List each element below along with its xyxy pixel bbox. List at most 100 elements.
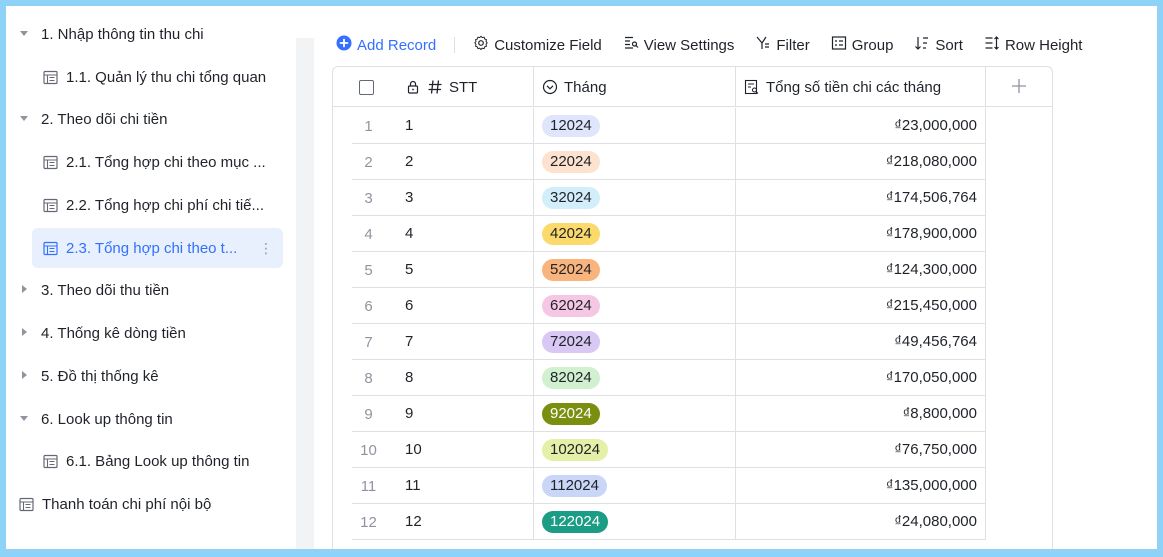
- cell-stt[interactable]: 9: [352, 396, 534, 432]
- sidebar-item[interactable]: 2.2. Tổng hợp chi phí chi tiế...: [32, 185, 283, 225]
- cell-stt[interactable]: 3: [352, 180, 534, 216]
- cell-total[interactable]: ₫218,080,000: [736, 144, 986, 180]
- cell-stt-value: 10: [405, 441, 422, 458]
- add-column-button[interactable]: [986, 67, 1052, 107]
- row-index[interactable]: 7: [333, 324, 400, 360]
- column-header-total[interactable]: Tổng số tiền chi các tháng: [736, 67, 986, 107]
- cell-stt[interactable]: 2: [352, 144, 534, 180]
- filter-button[interactable]: Filter: [755, 35, 810, 55]
- cell-total[interactable]: ₫23,000,000: [736, 108, 986, 144]
- cell-month[interactable]: 12024: [534, 108, 736, 144]
- table-row[interactable]: 2 2 22024 ₫218,080,000: [333, 144, 1052, 180]
- table-row[interactable]: 7 7 72024 ₫49,456,764: [333, 324, 1052, 360]
- cell-total[interactable]: ₫178,900,000: [736, 216, 986, 252]
- cell-month[interactable]: 42024: [534, 216, 736, 252]
- cell-stt[interactable]: 7: [352, 324, 534, 360]
- add-record-button[interactable]: Add Record: [336, 35, 436, 55]
- cell-month[interactable]: 82024: [534, 360, 736, 396]
- cell-total-value: ₫124,300,000: [885, 261, 977, 278]
- row-index[interactable]: 11: [333, 468, 400, 504]
- sidebar-item[interactable]: Thanh toán chi phí nội bộ: [6, 484, 288, 524]
- cell-month[interactable]: 32024: [534, 180, 736, 216]
- sidebar-item[interactable]: 1.1. Quản lý thu chi tổng quan: [32, 57, 283, 97]
- sort-button[interactable]: Sort: [914, 35, 963, 55]
- cell-total-value: ₫174,506,764: [885, 189, 977, 206]
- more-options-icon[interactable]: ⋮: [259, 240, 273, 257]
- row-index[interactable]: 9: [333, 396, 400, 432]
- cell-total[interactable]: ₫124,300,000: [736, 252, 986, 288]
- cell-total[interactable]: ₫135,000,000: [736, 468, 986, 504]
- caret-right-icon[interactable]: [18, 370, 30, 383]
- sidebar-item[interactable]: 4. Thống kê dòng tiền: [6, 313, 186, 353]
- table-row[interactable]: 8 8 82024 ₫170,050,000: [333, 360, 1052, 396]
- caret-down-icon[interactable]: [18, 28, 30, 41]
- cell-stt[interactable]: 6: [352, 288, 534, 324]
- row-index[interactable]: 1: [333, 108, 400, 144]
- customize-field-button[interactable]: Customize Field: [473, 35, 602, 55]
- sidebar-item[interactable]: 5. Đồ thị thống kê: [6, 356, 159, 396]
- caret-down-icon[interactable]: [18, 113, 30, 126]
- sidebar-item[interactable]: 6.1. Bảng Look up thông tin: [32, 441, 283, 481]
- month-tag: 72024: [542, 330, 600, 353]
- cell-stt[interactable]: 1: [352, 108, 534, 144]
- select-all-checkbox[interactable]: [359, 79, 374, 95]
- sidebar-item[interactable]: 3. Theo dõi thu tiền: [6, 270, 169, 310]
- table-row[interactable]: 1 1 12024 ₫23,000,000: [333, 108, 1052, 144]
- cell-total[interactable]: ₫76,750,000: [736, 432, 986, 468]
- sidebar-item[interactable]: 1. Nhập thông tin thu chi: [6, 14, 204, 54]
- table-row[interactable]: 6 6 62024 ₫215,450,000: [333, 288, 1052, 324]
- cell-month[interactable]: 62024: [534, 288, 736, 324]
- add-record-label: Add Record: [357, 36, 437, 54]
- cell-month[interactable]: 22024: [534, 144, 736, 180]
- group-button[interactable]: Group: [831, 35, 893, 55]
- cell-stt[interactable]: 10: [352, 432, 534, 468]
- table-row[interactable]: 9 9 92024 ₫8,800,000: [333, 396, 1052, 432]
- cell-total[interactable]: ₫174,506,764: [736, 180, 986, 216]
- cell-stt[interactable]: 4: [352, 216, 534, 252]
- column-header-month[interactable]: Tháng: [534, 67, 736, 107]
- sidebar-item[interactable]: 2.3. Tổng hợp chi theo t... ⋮: [32, 228, 283, 268]
- table-row[interactable]: 12 12 122024 ₫24,080,000: [333, 504, 1052, 540]
- caret-right-icon[interactable]: [18, 327, 30, 340]
- table-row[interactable]: 10 10 102024 ₫76,750,000: [333, 432, 1052, 468]
- cell-month[interactable]: 122024: [534, 504, 736, 540]
- row-index[interactable]: 2: [333, 144, 400, 180]
- table-row[interactable]: 4 4 42024 ₫178,900,000: [333, 216, 1052, 252]
- cell-month[interactable]: 102024: [534, 432, 736, 468]
- caret-down-icon[interactable]: [18, 413, 30, 426]
- row-index[interactable]: 8: [333, 360, 400, 396]
- row-index[interactable]: 6: [333, 288, 400, 324]
- cell-total[interactable]: ₫170,050,000: [736, 360, 986, 396]
- cell-total[interactable]: ₫8,800,000: [736, 396, 986, 432]
- cell-total[interactable]: ₫24,080,000: [736, 504, 986, 540]
- table-row[interactable]: 11 11 112024 ₫135,000,000: [333, 468, 1052, 504]
- cell-total[interactable]: ₫49,456,764: [736, 324, 986, 360]
- row-index[interactable]: 3: [333, 180, 400, 216]
- cell-stt[interactable]: 11: [352, 468, 534, 504]
- sidebar-item[interactable]: 6. Look up thông tin: [6, 399, 173, 439]
- sidebar-scroll-gutter[interactable]: [296, 38, 314, 549]
- row-index[interactable]: 12: [333, 504, 400, 540]
- sidebar-item[interactable]: 2. Theo dõi chi tiền: [6, 99, 167, 139]
- cell-stt[interactable]: 8: [352, 360, 534, 396]
- table-row[interactable]: 5 5 52024 ₫124,300,000: [333, 252, 1052, 288]
- cell-month[interactable]: 72024: [534, 324, 736, 360]
- select-all-checkbox-cell[interactable]: [333, 67, 400, 107]
- cell-month[interactable]: 52024: [534, 252, 736, 288]
- cell-total[interactable]: ₫215,450,000: [736, 288, 986, 324]
- toolbar-divider: [454, 37, 456, 53]
- view-settings-button[interactable]: View Settings: [623, 35, 734, 55]
- cell-stt[interactable]: 5: [352, 252, 534, 288]
- cell-stt[interactable]: 12: [352, 504, 534, 540]
- row-index[interactable]: 10: [333, 432, 400, 468]
- row-index[interactable]: 4: [333, 216, 400, 252]
- caret-right-icon[interactable]: [18, 284, 30, 297]
- table-row[interactable]: 3 3 32024 ₫174,506,764: [333, 180, 1052, 216]
- row-height-button[interactable]: Row Height: [984, 35, 1082, 55]
- cell-month[interactable]: 112024: [534, 468, 736, 504]
- cell-month[interactable]: 92024: [534, 396, 736, 432]
- column-header-stt[interactable]: STT: [400, 67, 534, 107]
- sidebar-item[interactable]: 2.1. Tổng hợp chi theo mục ...: [32, 142, 283, 182]
- row-index[interactable]: 5: [333, 252, 400, 288]
- cell-stt-value: 9: [405, 405, 414, 422]
